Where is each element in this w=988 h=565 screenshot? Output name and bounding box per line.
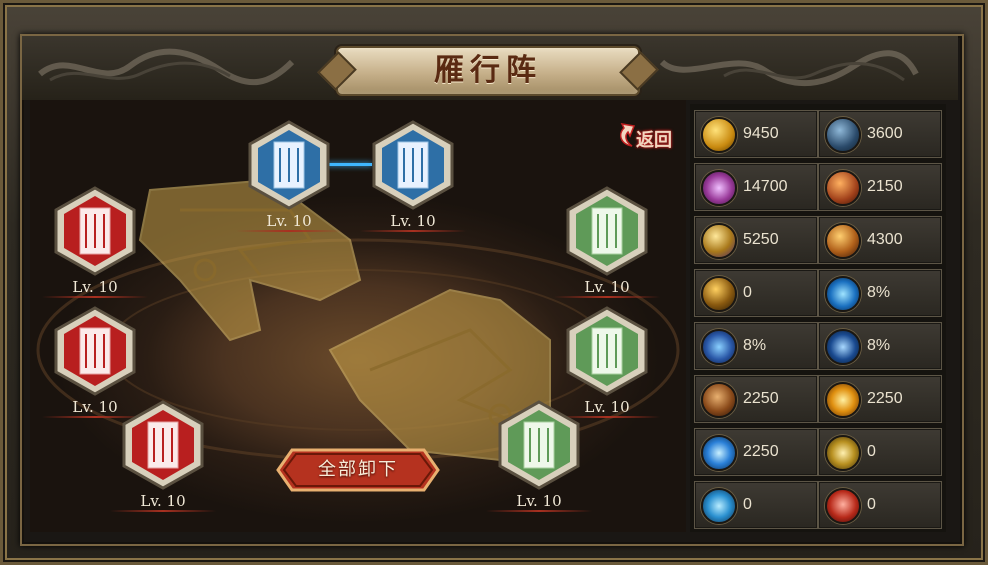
stat-value: 2250 — [743, 443, 779, 460]
level-divider — [486, 510, 592, 512]
stat-value: 8% — [867, 337, 891, 354]
level-divider — [236, 230, 342, 232]
hit-icon — [825, 329, 861, 365]
formation-slot-left-3[interactable]: Lv. 10 — [110, 400, 216, 512]
blue-scroll-icon — [372, 120, 454, 210]
stat-cell: 5250 — [694, 216, 818, 264]
lightning-icon — [701, 435, 737, 471]
green-scroll-icon — [498, 400, 580, 490]
magic-attack-icon — [701, 223, 737, 259]
page-title: 雁行阵 — [434, 53, 542, 88]
level-divider — [360, 230, 466, 232]
slot-level: Lv. 10 — [390, 212, 436, 230]
stat-cell: 2250 — [694, 375, 818, 423]
formation-slot-right-3[interactable]: Lv. 10 — [486, 400, 592, 512]
level-divider — [110, 510, 216, 512]
formation-slot-top-left[interactable]: Lv. 10 — [236, 120, 342, 232]
stat-value: 5250 — [743, 231, 779, 248]
stat-cell: 0 — [694, 269, 818, 317]
stat-value: 14700 — [743, 178, 788, 195]
dodge-icon — [701, 329, 737, 365]
stat-cell: 9450 — [694, 110, 818, 158]
stat-value: 0 — [867, 496, 876, 513]
slot-level: Lv. 10 — [266, 212, 312, 230]
red-scroll-icon — [54, 306, 136, 396]
stat-value: 8% — [743, 337, 767, 354]
stat-cell: 2250 — [818, 375, 942, 423]
stat-value: 3600 — [867, 125, 903, 142]
red-scroll-icon — [122, 400, 204, 490]
stat-value: 2250 — [743, 390, 779, 407]
link-line — [326, 163, 372, 166]
attack-orb-icon — [701, 117, 737, 153]
stat-cell: 8% — [818, 322, 942, 370]
back-label: 返回 — [636, 130, 672, 151]
stat-value: 4300 — [867, 231, 903, 248]
slot-level: Lv. 10 — [140, 492, 186, 510]
title-plate: 雁行阵 — [317, 46, 659, 96]
shield-icon — [825, 117, 861, 153]
stat-value: 2250 — [867, 390, 903, 407]
green-scroll-icon — [566, 186, 648, 276]
slot-level: Lv. 10 — [72, 278, 118, 296]
slot-level: Lv. 10 — [516, 492, 562, 510]
dragon-ornament-left-icon — [38, 48, 295, 86]
stat-cell: 4300 — [818, 216, 942, 264]
hammer-icon — [701, 276, 737, 312]
back-button[interactable]: 返回 — [614, 122, 684, 152]
stat-value: 0 — [743, 284, 752, 301]
magic-defense-icon — [825, 223, 861, 259]
golden-emblem-icon — [825, 435, 861, 471]
stat-cell: 8% — [818, 269, 942, 317]
dragon-ornament-right-icon — [659, 50, 919, 87]
stat-cell: 0 — [818, 481, 942, 529]
unload-all-button[interactable]: 全部卸下 — [276, 448, 440, 492]
blue-scroll-icon — [248, 120, 330, 210]
formation-slot-top-right[interactable]: Lv. 10 — [360, 120, 466, 232]
stat-cell: 3600 — [818, 110, 942, 158]
health-burst-icon — [701, 170, 737, 206]
level-divider — [554, 296, 660, 298]
red-beast-icon — [825, 488, 861, 524]
stat-cell: 2150 — [818, 163, 942, 211]
stat-cell: 8% — [694, 322, 818, 370]
stats-panel: 9450 3600 14700 2150 5250 4300 0 8% 8% 8… — [690, 104, 946, 532]
blue-gem-icon — [701, 488, 737, 524]
stat-cell: 14700 — [694, 163, 818, 211]
formation-slot-right-1[interactable]: Lv. 10 — [554, 186, 660, 298]
stat-value: 0 — [743, 496, 752, 513]
stat-value: 9450 — [743, 125, 779, 142]
crit-strike-icon — [825, 276, 861, 312]
unload-all-label: 全部卸下 — [318, 459, 398, 480]
formation-slot-left-1[interactable]: Lv. 10 — [42, 186, 148, 298]
beast-icon — [701, 382, 737, 418]
stat-cell: 0 — [818, 428, 942, 476]
return-arrow-icon — [619, 123, 636, 147]
green-scroll-icon — [566, 306, 648, 396]
red-scroll-icon — [54, 186, 136, 276]
stat-cell: 0 — [694, 481, 818, 529]
stat-value: 8% — [867, 284, 891, 301]
sun-burst-icon — [825, 382, 861, 418]
stat-value: 2150 — [867, 178, 903, 195]
slot-level: Lv. 10 — [584, 278, 630, 296]
stat-value: 0 — [867, 443, 876, 460]
warrior-defense-icon — [825, 170, 861, 206]
stat-cell: 2250 — [694, 428, 818, 476]
level-divider — [42, 296, 148, 298]
